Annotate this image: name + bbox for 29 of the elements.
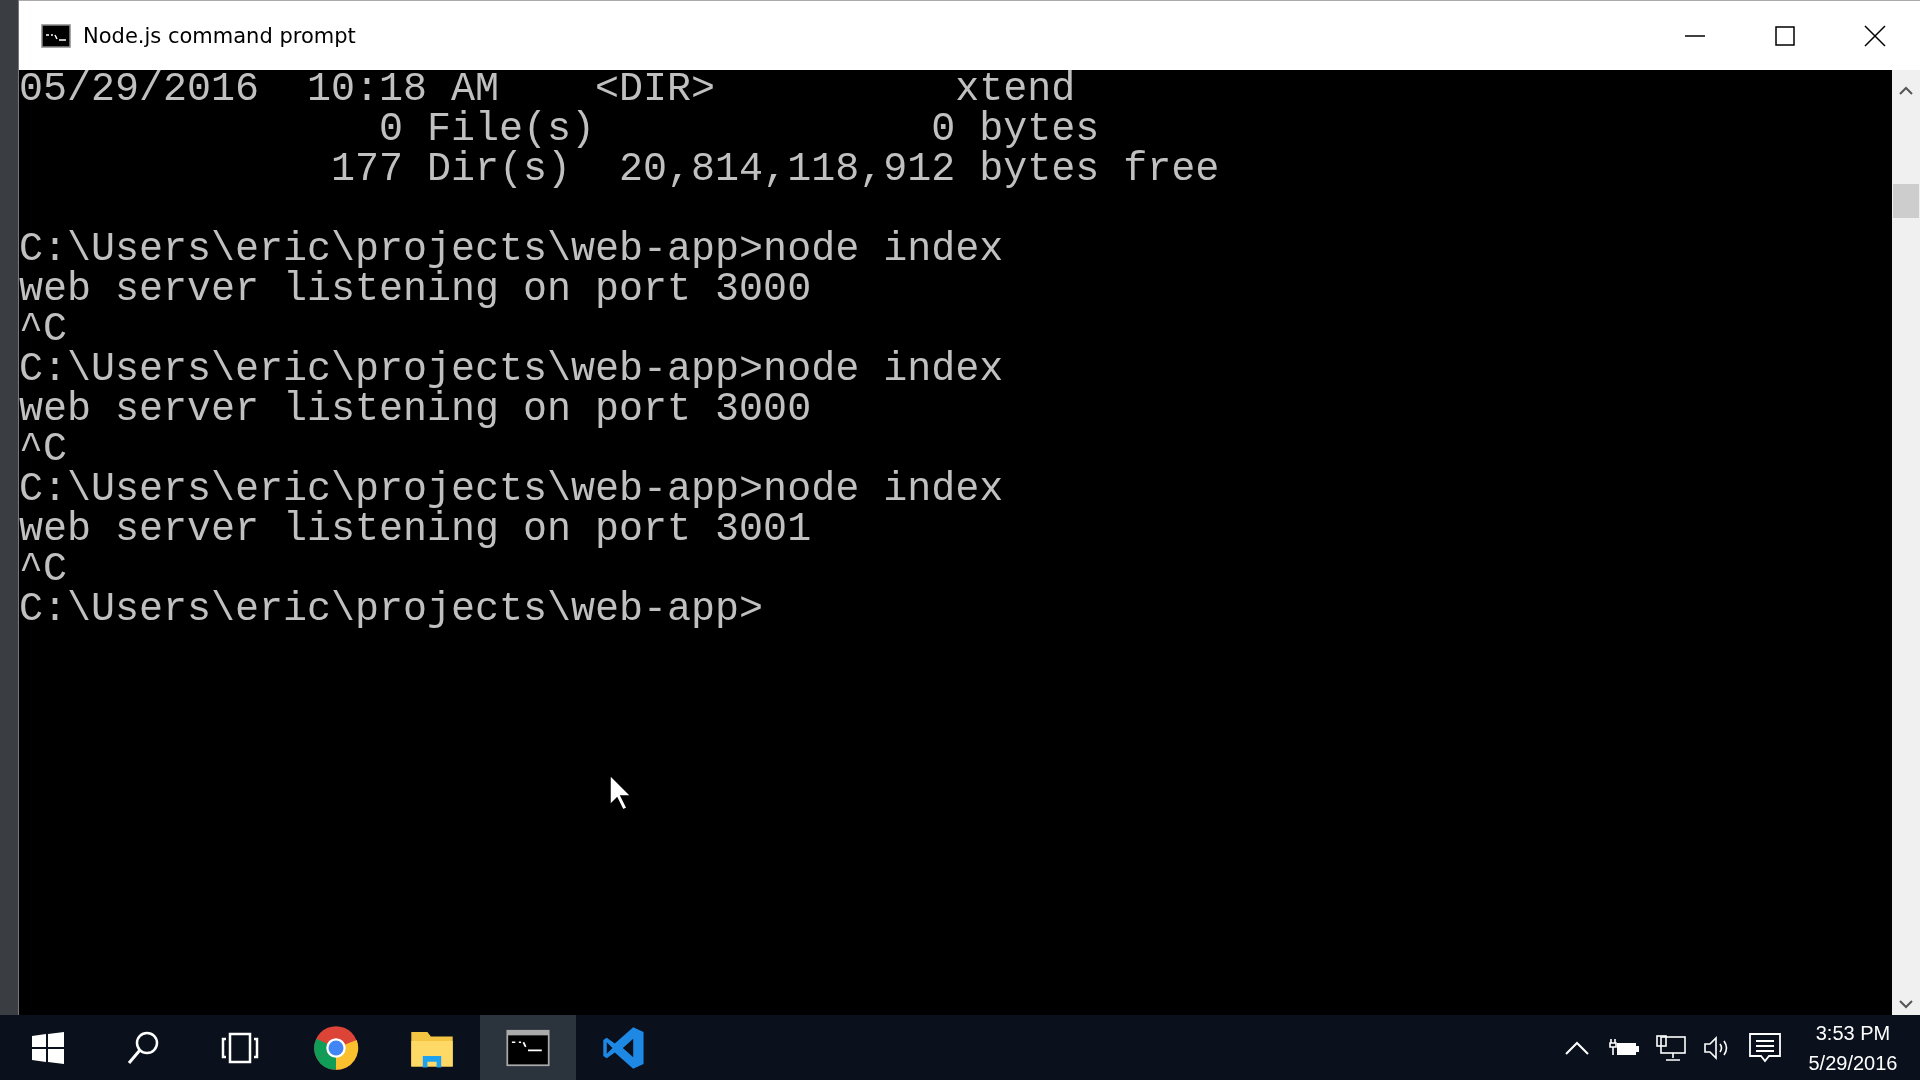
chevron-down-icon [1898,999,1914,1011]
console-line: ^C [19,310,67,350]
console-line: C:\Users\eric\projects\web-app> [19,590,765,630]
chevron-up-icon [1898,84,1914,96]
console-line: ^C [19,430,67,470]
console-line: C:\Users\eric\projects\web-app>node index [19,470,1005,510]
console-line: 05/29/2016 10:18 AM <DIR> xtend [19,70,1076,110]
window-title: Node.js command prompt [83,23,356,48]
console-line: 177 Dir(s) 20,814,118,912 bytes free [330,150,1221,190]
notification-icon [1747,1031,1782,1064]
console-line: web server listening on port 3000 [19,270,812,310]
console-line: C:\Users\eric\projects\web-app>node index [19,230,1005,270]
chevron-up-icon [1563,1039,1590,1056]
network-icon [1654,1033,1687,1062]
close-icon [1864,24,1886,47]
scrollbar[interactable] [1892,70,1920,1015]
taskbar-button[interactable] [480,1015,576,1080]
maximize-icon [1775,25,1795,46]
code-editor-icon [601,1024,647,1071]
clock[interactable]: 3:53 PM 5/29/2016 [1798,1015,1908,1080]
console-line: C:\Users\eric\projects\web-app>node index [19,350,1005,390]
console-line: web server listening on port 3000 [19,390,812,430]
scrollbar-thumb[interactable] [1893,184,1919,218]
console-line: web server listening on port 3001 [19,510,812,550]
minimize-icon [1685,34,1705,37]
chrome-icon [313,1024,359,1071]
console-line: 0 File(s) 0 bytes [378,110,1101,150]
terminal-icon [41,22,71,49]
console-line: ^C [19,550,67,590]
